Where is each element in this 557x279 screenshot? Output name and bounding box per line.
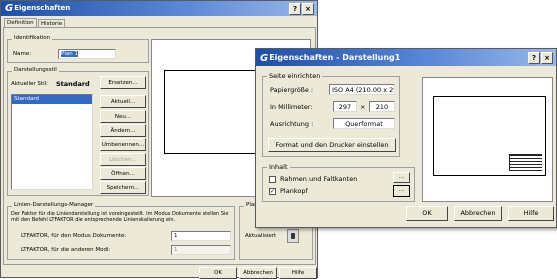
- display-properties-dialog: GEigenschaften - Darstellung1 ? × Seite …: [255, 48, 557, 228]
- rename-button[interactable]: Umbenennen...: [100, 138, 146, 151]
- ok-button-2[interactable]: OK: [406, 206, 448, 221]
- help-title-button-2[interactable]: ?: [528, 52, 540, 64]
- ltf-documents-label: LTFAKTOR, für den Modus Dokumente:: [21, 233, 127, 239]
- orientation-label: Ausrichtung :: [270, 120, 314, 128]
- delete-button[interactable]: Löschen...: [100, 153, 146, 166]
- preview-sheet: [433, 96, 546, 176]
- title-block-checkbox[interactable]: ✓: [269, 188, 276, 195]
- close-title-button-2[interactable]: ×: [541, 52, 553, 64]
- paper-size-label: Papiergröße :: [270, 86, 314, 94]
- ltf-documents-input[interactable]: 1: [171, 231, 231, 241]
- window-title: Eigenschaften: [14, 4, 71, 12]
- open-button[interactable]: Öffnen...: [100, 167, 146, 180]
- app-icon-2: G: [260, 53, 269, 64]
- style-list-item[interactable]: Standard: [12, 95, 92, 104]
- height-field[interactable]: 210: [369, 101, 395, 112]
- current-style-label: Aktueller Stil:: [11, 81, 48, 87]
- display-titlebar[interactable]: GEigenschaften - Darstellung1 ? ×: [256, 49, 556, 66]
- frame-label: Rahmen und Faltkanten: [280, 175, 358, 183]
- current-style-value: Standard: [56, 80, 90, 88]
- title-block-options-button[interactable]: ...: [393, 185, 410, 197]
- help-title-button[interactable]: ?: [289, 3, 301, 15]
- title-block-label: Plankopf: [280, 187, 308, 195]
- orientation-field[interactable]: Querformat: [333, 118, 395, 129]
- cancel-button-2[interactable]: Abbrechen: [454, 206, 502, 221]
- modify-button[interactable]: Ändern...: [100, 124, 146, 137]
- display-window-title: Eigenschaften - Darstellung1: [269, 53, 401, 62]
- width-field[interactable]: 297: [333, 101, 357, 112]
- style-list[interactable]: Standard: [11, 94, 93, 190]
- new-button[interactable]: Neu...: [100, 110, 146, 123]
- frame-checkbox[interactable]: [269, 176, 276, 183]
- help-button-2[interactable]: Hilfe: [508, 206, 554, 221]
- current-button[interactable]: Aktuell...: [100, 95, 146, 108]
- replace-button[interactable]: Ersetzen...: [100, 76, 146, 89]
- frame-options-button[interactable]: ...: [393, 172, 410, 183]
- page-preview: [422, 77, 553, 202]
- millimeter-label: In Millimeter:: [270, 103, 313, 111]
- preview-page: [164, 70, 260, 154]
- ltf-other-label: LTFAKTOR, für die anderen Modi:: [21, 247, 111, 253]
- app-icon: G: [5, 3, 14, 14]
- page-setup-label: Seite einrichten: [267, 72, 323, 80]
- status-indicator-icon: [287, 229, 299, 243]
- line-manager-description: Der Faktor für die Liniendarstellung ist…: [11, 211, 229, 223]
- save-button[interactable]: Speichern...: [100, 181, 146, 194]
- preview-title-block: [509, 154, 542, 171]
- times-sign: ×: [360, 103, 366, 111]
- name-label: Name:: [13, 51, 32, 57]
- style-group-label: Darstellungsstil: [12, 67, 59, 73]
- cancel-button[interactable]: Abbrechen: [239, 267, 277, 279]
- identification-label: Identifikation: [12, 35, 53, 41]
- ok-button[interactable]: OK: [199, 267, 237, 279]
- paper-size-field[interactable]: ISO A4 (210.00 x 29: [329, 84, 395, 95]
- name-input[interactable]: Plan 1: [58, 49, 116, 59]
- ltf-other-input[interactable]: 1: [171, 245, 231, 255]
- properties-titlebar[interactable]: GEigenschaften ? ×: [1, 1, 317, 16]
- updated-label: Aktualisiert: [245, 233, 277, 239]
- page-setup-button[interactable]: Format und den Drucker einstellen: [268, 138, 396, 152]
- help-button[interactable]: Hilfe: [279, 267, 317, 279]
- content-label: Inhalt: [267, 163, 290, 171]
- close-title-button[interactable]: ×: [302, 3, 314, 15]
- line-manager-label: Linien-Darstellungs-Manager: [12, 202, 96, 208]
